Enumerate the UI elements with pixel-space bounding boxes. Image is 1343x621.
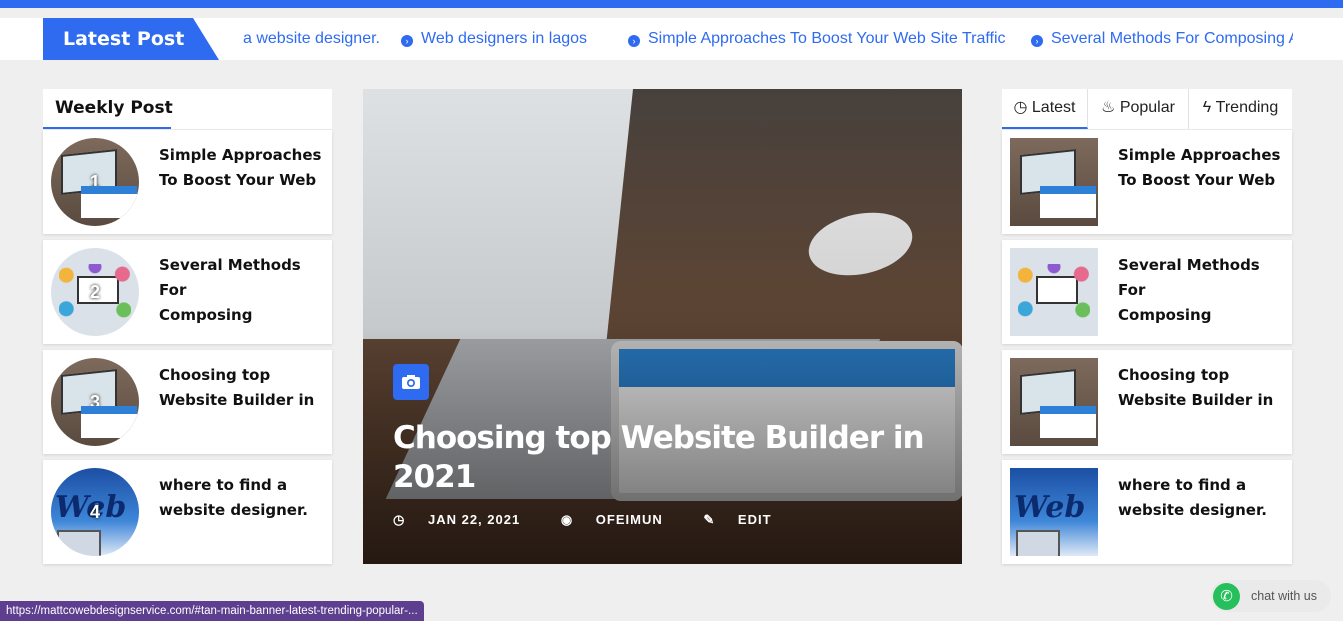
featured-post-banner[interactable]: Choosing top Website Builder in 2021 ◷ J…: [363, 89, 962, 564]
post-thumbnail[interactable]: [1010, 248, 1098, 336]
post-number: 3: [89, 392, 100, 412]
post-title[interactable]: Simple Approaches To Boost Your Web: [159, 143, 329, 193]
post-number: 4: [89, 502, 100, 522]
bolt-icon: ϟ: [1202, 99, 1212, 116]
post-title-line: where to find a: [159, 476, 288, 494]
clock-icon: ◷: [393, 512, 406, 527]
post-author[interactable]: ◉ OFEIMUN: [561, 512, 681, 527]
tab-trending[interactable]: ϟ Trending: [1189, 89, 1292, 129]
edit-link[interactable]: ✎ EDIT: [703, 512, 789, 527]
post-title-line: Choosing top: [159, 366, 271, 384]
post-title-line: website designer.: [159, 501, 308, 519]
post-title[interactable]: Choosing top Website Builder in: [1118, 363, 1288, 413]
tab-popular[interactable]: ♨ Popular: [1088, 89, 1189, 129]
tab-label: Trending: [1215, 99, 1279, 116]
post-date[interactable]: ◷ JAN 22, 2021: [393, 512, 538, 527]
post-thumbnail[interactable]: 1: [51, 138, 139, 226]
post-number: 1: [89, 172, 100, 192]
ticker-label: Latest Post: [43, 18, 219, 60]
edit-link-text: EDIT: [737, 512, 772, 527]
post-title-line: Composing: [1118, 306, 1212, 324]
user-icon: ◉: [560, 512, 574, 527]
tab-label: Popular: [1119, 99, 1175, 116]
latest-post-ticker: Latest Post a website designer. › Web des…: [0, 18, 1343, 60]
post-title[interactable]: where to find a website designer.: [159, 473, 329, 523]
ticker-item[interactable]: › Web designers in lagos: [401, 18, 587, 60]
weekly-post-card[interactable]: 2 Several Methods For Composing: [43, 240, 332, 344]
browser-status-url: https://mattcowebdesignservice.com/#tan-…: [0, 601, 424, 621]
side-post-card[interactable]: Simple Approaches To Boost Your Web: [1002, 130, 1292, 234]
weekly-post-card[interactable]: 3 Choosing top Website Builder in: [43, 350, 332, 454]
weekly-post-title: Weekly Post: [55, 98, 173, 118]
post-thumbnail[interactable]: 2: [51, 248, 139, 336]
ticker-item[interactable]: a website designer.: [243, 18, 380, 60]
ticker-item[interactable]: › Simple Approaches To Boost Your Web Sit…: [628, 18, 1006, 60]
ticker-item-text: Several Methods For Composing A: [1051, 30, 1293, 47]
clock-icon: ◷: [1013, 99, 1028, 116]
edit-icon: ✎: [703, 512, 716, 527]
chat-label: chat with us: [1251, 589, 1318, 603]
post-title[interactable]: where to find a website designer.: [1118, 473, 1288, 523]
ticker-item-text: Web designers in lagos: [421, 30, 588, 47]
post-thumbnail[interactable]: [1010, 358, 1098, 446]
chevron-right-icon: ›: [1031, 35, 1043, 47]
post-title-line: Choosing top: [1118, 366, 1230, 384]
fire-icon: ♨: [1101, 99, 1116, 116]
ticker-item-text: Simple Approaches To Boost Your Web Site…: [648, 30, 1006, 47]
ticker-track: a website designer. › Web designers in la…: [243, 18, 1293, 60]
weekly-post-card[interactable]: 1 Simple Approaches To Boost Your Web: [43, 130, 332, 234]
tab-label: Latest: [1031, 99, 1076, 116]
tab-latest[interactable]: ◷ Latest: [1002, 89, 1088, 129]
post-title-line: website designer.: [1118, 501, 1267, 519]
post-author-text: OFEIMUN: [595, 512, 663, 527]
ticker-item[interactable]: › Several Methods For Composing A: [1031, 18, 1293, 60]
side-post-card[interactable]: where to find a website designer.: [1002, 460, 1292, 564]
post-title[interactable]: Several Methods For Composing: [159, 253, 329, 328]
chevron-right-icon: ›: [401, 35, 413, 47]
post-thumbnail[interactable]: 3: [51, 358, 139, 446]
post-title-line: Simple Approaches: [1118, 146, 1281, 164]
top-accent-bar: [0, 0, 1343, 8]
side-post-card[interactable]: Choosing top Website Builder in: [1002, 350, 1292, 454]
post-title[interactable]: Simple Approaches To Boost Your Web: [1118, 143, 1288, 193]
post-title[interactable]: Several Methods For Composing: [1118, 253, 1288, 328]
chat-widget-button[interactable]: ✆ chat with us: [1211, 580, 1331, 612]
post-thumbnail[interactable]: [1010, 138, 1098, 226]
camera-icon[interactable]: [393, 364, 429, 400]
post-meta: ◷ JAN 22, 2021 ◉ OFEIMUN ✎ EDIT: [393, 512, 808, 528]
post-tabs: ◷ Latest ♨ Popular ϟ Trending: [1002, 89, 1292, 129]
header-underline: [43, 127, 171, 129]
post-title-line: To Boost Your Web: [159, 171, 317, 189]
ticker-item-text: a website designer.: [243, 30, 380, 47]
post-title-line: Composing: [159, 306, 253, 324]
chevron-right-icon: ›: [628, 35, 640, 47]
post-number: 2: [89, 282, 100, 302]
post-title-line: Simple Approaches: [159, 146, 322, 164]
post-title-line: Several Methods For: [159, 256, 301, 299]
featured-post-title[interactable]: Choosing top Website Builder in 2021: [393, 419, 933, 497]
post-title-line: where to find a: [1118, 476, 1247, 494]
post-date-text: JAN 22, 2021: [427, 512, 521, 527]
post-thumbnail[interactable]: [1010, 468, 1098, 556]
weekly-post-header: Weekly Post: [43, 89, 332, 129]
side-post-card[interactable]: Several Methods For Composing: [1002, 240, 1292, 344]
whatsapp-icon: ✆: [1213, 583, 1240, 610]
post-title[interactable]: Choosing top Website Builder in: [159, 363, 329, 413]
post-thumbnail[interactable]: 4: [51, 468, 139, 556]
weekly-post-card[interactable]: 4 where to find a website designer.: [43, 460, 332, 564]
post-title-line: Website Builder in: [1118, 391, 1274, 409]
post-title-line: Several Methods For: [1118, 256, 1260, 299]
post-title-line: Website Builder in: [159, 391, 315, 409]
post-title-line: To Boost Your Web: [1118, 171, 1276, 189]
